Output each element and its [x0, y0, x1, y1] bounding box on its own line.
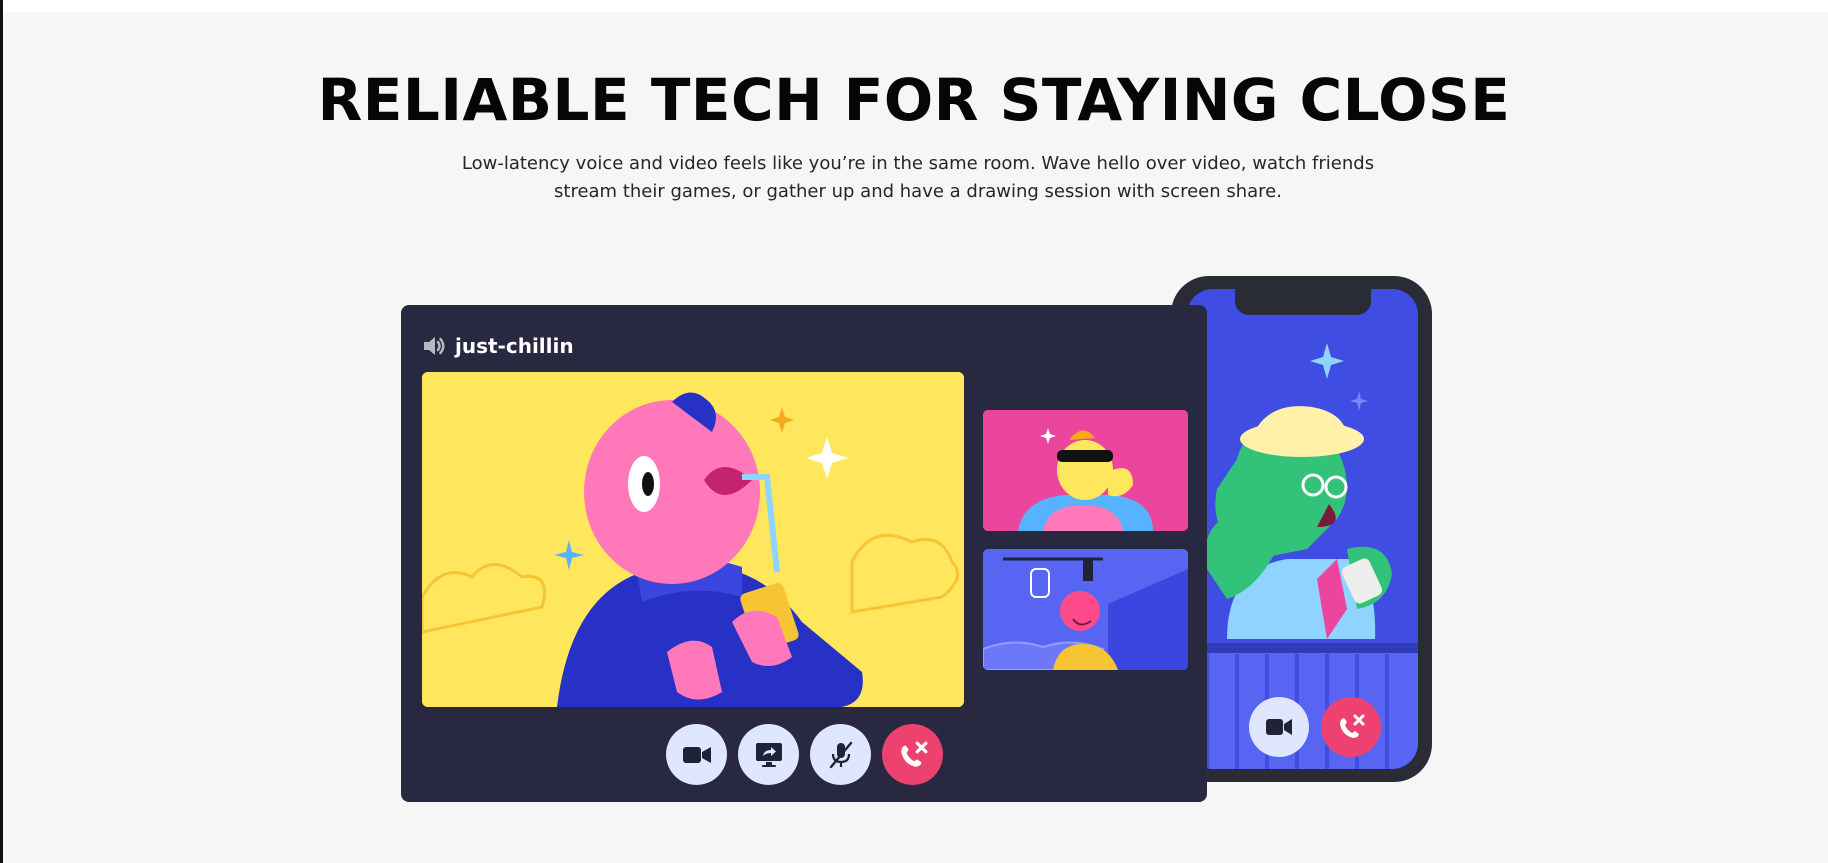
top-bar — [0, 0, 1828, 12]
video-camera-button[interactable] — [1249, 697, 1309, 757]
video-camera-button[interactable] — [666, 724, 727, 785]
main-video-illustration — [422, 372, 964, 707]
phone-notch — [1235, 289, 1371, 315]
hang-up-button[interactable] — [1321, 697, 1381, 757]
phone-call-controls — [1249, 697, 1381, 757]
screen-share-button[interactable] — [738, 724, 799, 785]
section-subcopy: Low-latency voice and video feels like y… — [461, 153, 1375, 202]
main-video-tile[interactable] — [422, 372, 964, 707]
phone-screen — [1187, 289, 1418, 769]
microphone-muted-icon — [829, 741, 852, 768]
screen-share-icon — [755, 742, 782, 767]
channel-name: just-chillin — [455, 334, 574, 358]
video-camera-icon — [1266, 719, 1292, 735]
video-camera-icon — [682, 746, 711, 763]
participant-video-tile-2[interactable] — [983, 549, 1188, 670]
channel-header: just-chillin — [421, 328, 574, 364]
hang-up-button[interactable] — [882, 724, 943, 785]
speaker-icon — [424, 337, 445, 355]
phone-mockup — [1171, 276, 1432, 782]
hang-up-icon — [1340, 714, 1365, 738]
voice-call-window: just-chillin — [401, 305, 1207, 802]
participant-video-tile-1[interactable] — [983, 410, 1188, 531]
call-controls — [666, 724, 943, 785]
participant-1-illustration — [983, 410, 1188, 531]
hang-up-icon — [900, 741, 927, 767]
participant-2-illustration — [983, 549, 1188, 670]
mute-microphone-button[interactable] — [810, 724, 871, 785]
section-headline: RELIABLE TECH FOR STAYING CLOSE — [317, 66, 1511, 134]
